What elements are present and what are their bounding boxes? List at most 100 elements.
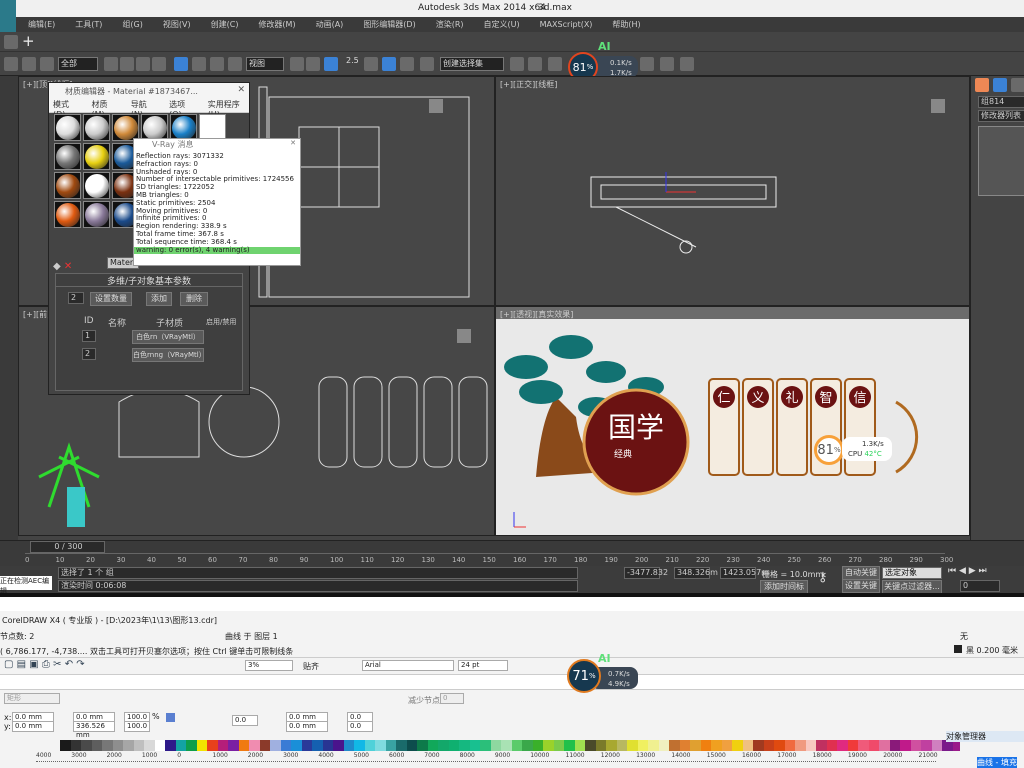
color-swatch[interactable] bbox=[175, 740, 186, 751]
key-icon[interactable]: ⚷ bbox=[818, 570, 828, 585]
angle-snap-icon[interactable] bbox=[364, 57, 378, 71]
key-filters-button[interactable]: 关键点过滤器... bbox=[882, 580, 942, 594]
frame-input[interactable]: 0 bbox=[960, 580, 1000, 592]
skew-v-input[interactable]: 0.0 bbox=[347, 721, 373, 732]
color-swatch[interactable] bbox=[543, 740, 554, 751]
color-swatch[interactable] bbox=[868, 740, 879, 751]
menu-tools[interactable]: 工具(T) bbox=[75, 19, 102, 30]
color-swatch[interactable] bbox=[448, 740, 459, 751]
manipulate-icon[interactable] bbox=[306, 57, 320, 71]
color-swatch[interactable] bbox=[480, 740, 491, 751]
scale-icon[interactable] bbox=[210, 57, 224, 71]
menu-create[interactable]: 创建(C) bbox=[211, 19, 239, 30]
close-icon[interactable]: ✕ bbox=[290, 139, 296, 148]
viewport-front[interactable]: [+][正交][线框] bbox=[495, 76, 970, 306]
color-swatch[interactable] bbox=[228, 740, 239, 751]
color-swatch[interactable] bbox=[312, 740, 323, 751]
undo-icon[interactable]: ↶ bbox=[65, 659, 73, 670]
color-palette[interactable] bbox=[0, 740, 960, 752]
color-swatch[interactable] bbox=[217, 740, 228, 751]
color-swatch[interactable] bbox=[91, 740, 102, 751]
color-swatch[interactable] bbox=[816, 740, 827, 751]
create-tab-icon[interactable] bbox=[975, 78, 989, 92]
color-swatch[interactable] bbox=[343, 740, 354, 751]
material-slot[interactable] bbox=[141, 114, 168, 141]
color-swatch[interactable] bbox=[564, 740, 575, 751]
menu-modifiers[interactable]: 修改器(M) bbox=[258, 19, 295, 30]
color-swatch[interactable] bbox=[406, 740, 417, 751]
material-slot[interactable] bbox=[83, 172, 110, 199]
color-swatch[interactable] bbox=[637, 740, 648, 751]
pivot-y-input[interactable]: 0.0 mm bbox=[286, 721, 328, 732]
select-move-icon[interactable] bbox=[174, 57, 188, 71]
color-swatch[interactable] bbox=[553, 740, 564, 751]
material-slot[interactable] bbox=[199, 114, 226, 141]
menu-maxscript[interactable]: MAXScript(X) bbox=[540, 20, 593, 29]
color-swatch[interactable] bbox=[417, 740, 428, 751]
pivot-icon[interactable] bbox=[290, 57, 304, 71]
color-swatch[interactable] bbox=[784, 740, 795, 751]
coord-x[interactable]: -3477.832 bbox=[624, 567, 668, 579]
color-swatch[interactable] bbox=[753, 740, 764, 751]
color-swatch[interactable] bbox=[774, 740, 785, 751]
redo-icon[interactable]: ↷ bbox=[76, 659, 84, 670]
lock-ratio-icon[interactable] bbox=[166, 713, 175, 722]
color-swatch[interactable] bbox=[795, 740, 806, 751]
color-swatch[interactable] bbox=[123, 740, 134, 751]
color-swatch[interactable] bbox=[679, 740, 690, 751]
color-swatch[interactable] bbox=[931, 740, 942, 751]
unlink-icon[interactable] bbox=[22, 57, 36, 71]
layer-icon[interactable] bbox=[548, 57, 562, 71]
color-swatch[interactable] bbox=[595, 740, 606, 751]
height-input[interactable]: 336.526 mm bbox=[73, 721, 115, 739]
color-swatch[interactable] bbox=[805, 740, 816, 751]
color-swatch[interactable] bbox=[889, 740, 900, 751]
modifier-list-dropdown[interactable]: 修改器列表 bbox=[978, 110, 1024, 122]
color-swatch[interactable] bbox=[154, 740, 165, 751]
render-frame-icon[interactable] bbox=[640, 57, 654, 71]
maxscript-listener[interactable]: 正在检测AEC编辑 bbox=[0, 576, 52, 595]
menu-options[interactable]: 选项(O) bbox=[169, 99, 196, 119]
color-swatch[interactable] bbox=[291, 740, 302, 751]
color-swatch[interactable] bbox=[322, 740, 333, 751]
color-swatch[interactable] bbox=[60, 740, 71, 751]
col-name[interactable]: 名称 bbox=[108, 316, 126, 329]
app-logo-icon[interactable] bbox=[0, 0, 16, 32]
print-icon[interactable]: ⎙ bbox=[42, 659, 50, 670]
color-swatch[interactable] bbox=[469, 740, 480, 751]
count-field[interactable]: 2 bbox=[68, 292, 84, 304]
delete-button[interactable]: 删除 bbox=[180, 292, 208, 306]
color-swatch[interactable] bbox=[763, 740, 774, 751]
reduce-nodes-input[interactable]: 0 bbox=[440, 693, 464, 704]
color-swatch[interactable] bbox=[301, 740, 312, 751]
color-swatch[interactable] bbox=[259, 740, 270, 751]
time-ruler[interactable]: 0 10 20 30 40 50 60 70 80 90 100 110 120 130 140 150 160… bbox=[25, 553, 953, 566]
spinner-snap-icon[interactable] bbox=[400, 57, 414, 71]
timeline[interactable]: 0 / 300 0 10 20 30 40 50 60 70 80 90 100 110 120 130 1… bbox=[0, 540, 1024, 566]
menu-help[interactable]: 帮助(H) bbox=[612, 19, 640, 30]
color-swatch[interactable] bbox=[81, 740, 92, 751]
color-swatch[interactable] bbox=[385, 740, 396, 751]
get-material-icon[interactable]: ◆ bbox=[53, 261, 61, 272]
modify-tab-icon[interactable] bbox=[993, 78, 1007, 92]
add-time-tag-button[interactable]: 添加时间标记 bbox=[760, 580, 808, 603]
color-swatch[interactable] bbox=[606, 740, 617, 751]
selection-filter-dropdown[interactable]: 全部 bbox=[58, 57, 98, 71]
color-swatch[interactable] bbox=[102, 740, 113, 751]
color-swatch[interactable] bbox=[648, 740, 659, 751]
modifier-stack[interactable] bbox=[978, 126, 1024, 196]
snap-to-dropdown[interactable]: 贴齐 bbox=[303, 661, 319, 672]
col-id[interactable]: ID bbox=[84, 316, 94, 326]
menu-graph-editors[interactable]: 图形编辑器(D) bbox=[363, 19, 415, 30]
set-key-button[interactable]: 设置关键点 bbox=[842, 579, 880, 602]
rollout-title[interactable]: 多维/子对象基本参数 bbox=[56, 274, 242, 287]
color-swatch[interactable] bbox=[280, 740, 291, 751]
color-swatch[interactable] bbox=[133, 740, 144, 751]
color-swatch[interactable] bbox=[742, 740, 753, 751]
mirror-icon[interactable] bbox=[510, 57, 524, 71]
font-dropdown[interactable]: Arial bbox=[362, 660, 454, 671]
percent-snap-icon[interactable] bbox=[382, 57, 396, 71]
color-swatch[interactable] bbox=[627, 740, 638, 751]
color-swatch[interactable] bbox=[333, 740, 344, 751]
color-swatch[interactable] bbox=[879, 740, 890, 751]
